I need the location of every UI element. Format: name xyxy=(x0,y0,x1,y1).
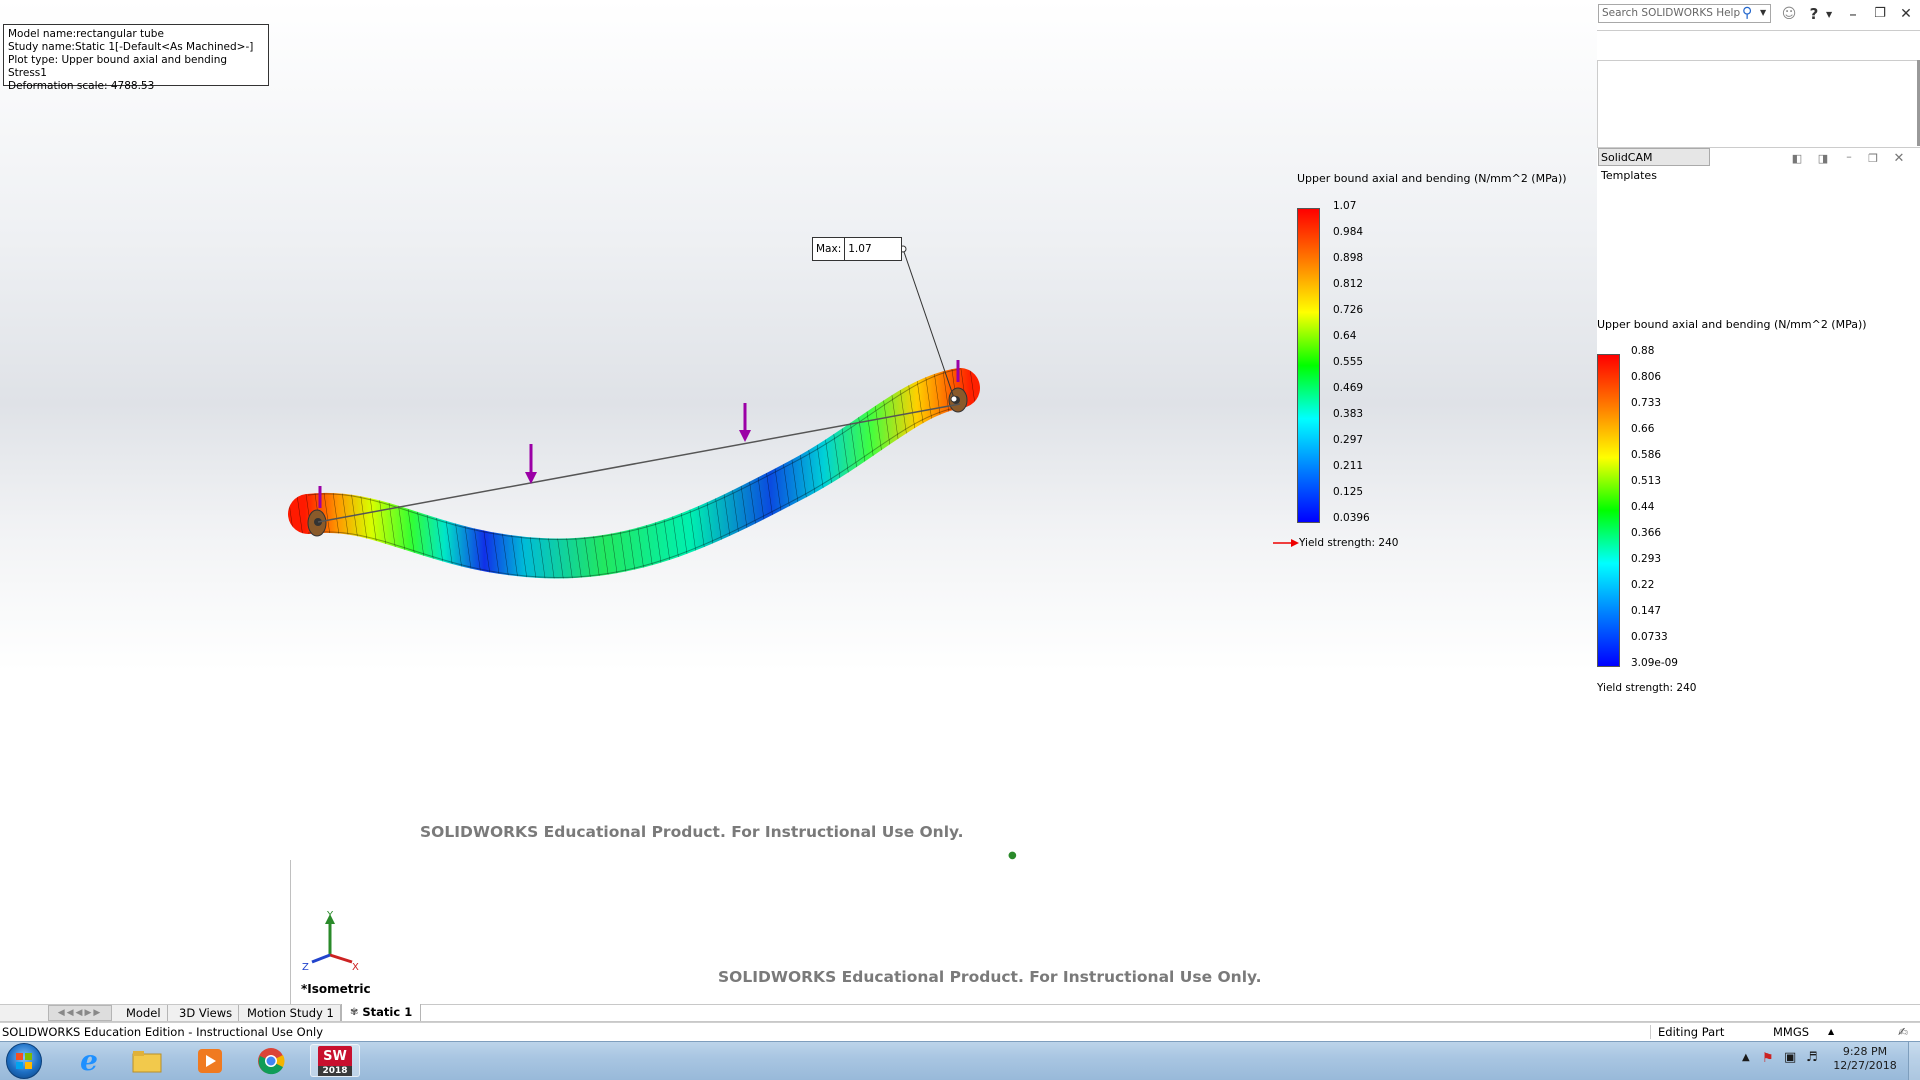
secondary-color-scale-bar xyxy=(1597,354,1620,667)
max-probe[interactable]: Max: 1.07 xyxy=(812,237,902,261)
secondary-legend-title: Upper bound axial and bending (N/mm^2 (M… xyxy=(1597,318,1867,331)
legend-tick-label: 0.0733 xyxy=(1631,631,1668,643)
yield-strength-label: Yield strength: 240 xyxy=(1299,537,1399,549)
tab-model[interactable]: Model xyxy=(120,1005,168,1021)
network-icon[interactable]: ▣ xyxy=(1784,1050,1796,1065)
clock-time: 9:28 PM xyxy=(1842,1045,1888,1058)
yield-strength-marker: Yield strength: 240 xyxy=(1273,537,1398,549)
close-button[interactable]: ✕ xyxy=(1895,3,1917,25)
reference-triad: Y X Z xyxy=(302,910,359,970)
status-bar: SOLIDWORKS Education Edition - Instructi… xyxy=(0,1022,1920,1042)
help-search-placeholder: Search SOLIDWORKS Help xyxy=(1602,7,1741,19)
study-icon: ✾ xyxy=(350,1007,359,1018)
pane-minimize-icon[interactable]: – xyxy=(1840,150,1858,163)
legend-tick-label: 0.469 xyxy=(1333,382,1364,394)
legend-title: Upper bound axial and bending (N/mm^2 (M… xyxy=(1297,172,1567,185)
cursor-artifact-icon: ● xyxy=(1008,850,1017,861)
legend-tick-label: 0.726 xyxy=(1333,304,1364,316)
legend-tick-label: 0.22 xyxy=(1631,579,1655,591)
legend-tick-label: 1.07 xyxy=(1333,200,1357,212)
legend-tick-label: 0.513 xyxy=(1631,475,1662,487)
sw-logo-letters: SW xyxy=(323,1048,347,1064)
tab-motion-study-1[interactable]: Motion Study 1 xyxy=(241,1005,341,1021)
legend-tick-label: 0.366 xyxy=(1631,527,1662,539)
max-probe-value: 1.07 xyxy=(848,243,872,255)
status-divider xyxy=(1650,1025,1651,1039)
legend-tick-label: 0.64 xyxy=(1333,330,1357,342)
sw-version-label: 2018 xyxy=(318,1065,352,1076)
edu-watermark: SOLIDWORKS Educational Product. For Inst… xyxy=(420,823,964,841)
max-probe-label: Max: xyxy=(813,238,846,260)
tab-3d-views[interactable]: 3D Views xyxy=(173,1005,240,1021)
legend-tick-label: 0.88 xyxy=(1631,345,1655,357)
tab-solidcam-templates[interactable]: SolidCAM Templates xyxy=(1598,148,1710,182)
secondary-yield-strength-label: Yield strength: 240 xyxy=(1597,682,1697,694)
tab-scroll-buttons[interactable]: ◀◀◀▶▶ xyxy=(48,1005,112,1021)
task-pane-header xyxy=(1597,60,1920,148)
triad-x-label: X xyxy=(352,962,359,970)
action-center-icon[interactable]: ⚑ xyxy=(1762,1051,1774,1066)
color-scale-bar xyxy=(1297,208,1320,523)
edu-watermark-lower: SOLIDWORKS Educational Product. For Inst… xyxy=(718,968,1262,986)
legend-tick-label: 0.383 xyxy=(1333,408,1364,420)
tray-expand-icon[interactable]: ▲ xyxy=(1742,1052,1750,1063)
legend-tick-label: 0.44 xyxy=(1631,501,1655,513)
legend-tick-label: 0.733 xyxy=(1631,397,1662,409)
user-icon[interactable]: ☺ xyxy=(1778,3,1800,25)
legend-tick-label: 0.0396 xyxy=(1333,512,1370,524)
solidworks-2018-icon[interactable]: SW 2018 xyxy=(310,1044,360,1077)
tab-bar-blank-area xyxy=(420,1005,1920,1021)
legend-tick-label: 0.806 xyxy=(1631,371,1662,383)
start-orb-icon[interactable] xyxy=(6,1043,42,1079)
legend-tick-label: 0.66 xyxy=(1631,423,1655,435)
file-explorer-icon[interactable] xyxy=(122,1044,172,1077)
legend-tick-label: 0.125 xyxy=(1333,486,1364,498)
minimize-button[interactable]: – xyxy=(1842,3,1864,25)
restore-button[interactable]: ❐ xyxy=(1869,3,1891,25)
deformed-tube-model[interactable] xyxy=(0,0,1597,860)
taskbar-clock[interactable]: 9:28 PM 12/27/2018 xyxy=(1830,1045,1900,1073)
legend-tick-label: 0.297 xyxy=(1333,434,1364,446)
media-player-icon[interactable] xyxy=(185,1044,235,1077)
feature-tree-divider[interactable] xyxy=(290,860,291,1005)
pane-back-icon[interactable]: ◧ xyxy=(1788,152,1806,165)
legend-tick-label: 0.293 xyxy=(1631,553,1662,565)
status-options-icon[interactable]: ✍ xyxy=(1898,1023,1908,1041)
help-icon[interactable]: ? xyxy=(1803,3,1825,25)
triad-y-label: Y xyxy=(326,910,334,921)
status-mode: Editing Part xyxy=(1658,1025,1725,1039)
pane-forward-icon[interactable]: ◨ xyxy=(1814,152,1832,165)
pane-close-icon[interactable]: ✕ xyxy=(1890,151,1908,166)
internet-explorer-icon[interactable]: e xyxy=(64,1044,114,1077)
search-icon[interactable]: ⚲ xyxy=(1742,5,1752,21)
legend-tick-label: 0.898 xyxy=(1333,252,1364,264)
legend-tick-label: 0.147 xyxy=(1631,605,1662,617)
status-text: SOLIDWORKS Education Edition - Instructi… xyxy=(2,1025,324,1039)
chrome-icon[interactable] xyxy=(246,1044,296,1077)
legend-tick-label: 0.812 xyxy=(1333,278,1364,290)
pane-restore-icon[interactable]: ❐ xyxy=(1864,152,1882,165)
help-bar-separator xyxy=(1597,30,1920,31)
status-units[interactable]: MMGS xyxy=(1773,1023,1809,1041)
yield-arrow-icon xyxy=(1273,539,1299,547)
show-desktop-button[interactable] xyxy=(1908,1042,1920,1080)
legend-tick-label: 3.09e-09 xyxy=(1631,657,1678,669)
search-dropdown-icon[interactable]: ▼ xyxy=(1760,8,1766,17)
units-dropdown-icon[interactable]: ▲ xyxy=(1828,1023,1834,1041)
clock-date: 12/27/2018 xyxy=(1833,1059,1897,1072)
legend-tick-label: 0.555 xyxy=(1333,356,1364,368)
view-orientation-label: *Isometric xyxy=(301,982,371,996)
help-dropdown-icon[interactable]: ▼ xyxy=(1826,10,1832,19)
legend-tick-label: 0.984 xyxy=(1333,226,1364,238)
tab-static-1[interactable]: ✾ Static 1 xyxy=(341,1004,422,1021)
volume-icon[interactable]: ♬ xyxy=(1806,1050,1818,1065)
tab-static-1-label: Static 1 xyxy=(362,1005,413,1019)
legend-tick-label: 0.211 xyxy=(1333,460,1364,472)
triad-z-label: Z xyxy=(302,962,309,970)
legend-tick-label: 0.586 xyxy=(1631,449,1662,461)
